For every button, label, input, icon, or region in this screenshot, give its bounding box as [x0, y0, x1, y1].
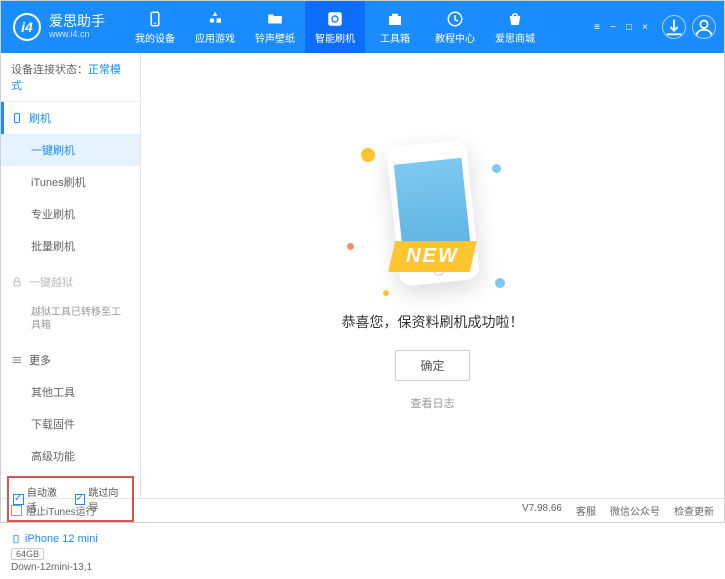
maximize-icon[interactable]: □: [622, 22, 636, 33]
window-controls: ≡ − □ ×: [590, 22, 652, 33]
nav-ringtones[interactable]: 铃声壁纸: [245, 1, 305, 53]
more-icon: [11, 354, 23, 366]
nav-toolbox[interactable]: 工具箱: [365, 1, 425, 53]
device-icon: [146, 10, 164, 28]
customer-service-link[interactable]: 客服: [576, 503, 596, 518]
app-url: www.i4.cn: [49, 30, 105, 40]
connection-status: 设备连接状态：正常模式: [1, 53, 140, 102]
sidebar-item-pro-flash[interactable]: 专业刷机: [1, 198, 140, 230]
device-name: iPhone 12 mini: [11, 532, 130, 546]
success-message: 恭喜您，保资料刷机成功啦！: [342, 312, 524, 332]
block-itunes-checkbox[interactable]: 阻止iTunes运行: [11, 503, 96, 518]
sidebar-section-jailbreak[interactable]: 一键越狱: [1, 266, 140, 298]
apps-icon: [206, 10, 224, 28]
content-area: NEW 恭喜您，保资料刷机成功啦！ 确定 查看日志: [141, 53, 724, 498]
tutorial-icon: [446, 10, 464, 28]
close-icon[interactable]: ×: [638, 22, 652, 33]
nav-tutorial[interactable]: 教程中心: [425, 1, 485, 53]
version-label: V7.98.66: [522, 503, 562, 518]
phone-icon: [11, 111, 23, 125]
new-ribbon: NEW: [388, 241, 477, 272]
download-button[interactable]: [662, 15, 686, 39]
sidebar: 设备连接状态：正常模式 刷机 一键刷机 iTunes刷机 专业刷机 批量刷机 一…: [1, 53, 141, 498]
nav-apps[interactable]: 应用游戏: [185, 1, 245, 53]
folder-icon: [266, 10, 284, 28]
sidebar-section-flash[interactable]: 刷机: [1, 102, 140, 134]
titlebar: i4 爱思助手 www.i4.cn 我的设备 应用游戏 铃声壁纸 智能刷机 工具…: [1, 1, 724, 53]
check-update-link[interactable]: 检查更新: [674, 503, 714, 518]
sidebar-item-download-fw[interactable]: 下载固件: [1, 408, 140, 440]
nav-flash[interactable]: 智能刷机: [305, 1, 365, 53]
device-info[interactable]: iPhone 12 mini 64GB Down-12mini-13,1: [1, 526, 140, 579]
logo-area: i4 爱思助手 www.i4.cn: [13, 13, 105, 41]
main-nav: 我的设备 应用游戏 铃声壁纸 智能刷机 工具箱 教程中心 爱思商城: [125, 1, 545, 53]
view-log-link[interactable]: 查看日志: [411, 395, 455, 411]
phone-icon: [11, 532, 21, 546]
sidebar-item-oneclick-flash[interactable]: 一键刷机: [1, 134, 140, 166]
success-illustration: NEW: [343, 140, 523, 300]
device-capacity: 64GB: [11, 548, 44, 560]
sidebar-item-batch-flash[interactable]: 批量刷机: [1, 230, 140, 262]
logo-icon: i4: [13, 13, 41, 41]
nav-my-device[interactable]: 我的设备: [125, 1, 185, 53]
app-name: 爱思助手: [49, 14, 105, 29]
sidebar-section-more[interactable]: 更多: [1, 344, 140, 376]
minimize-icon[interactable]: −: [606, 22, 620, 33]
sidebar-jailbreak-note: 越狱工具已转移至工具箱: [1, 298, 140, 340]
toolbox-icon: [386, 10, 404, 28]
device-firmware: Down-12mini-13,1: [11, 562, 130, 573]
sidebar-item-itunes-flash[interactable]: iTunes刷机: [1, 166, 140, 198]
sidebar-item-other-tools[interactable]: 其他工具: [1, 376, 140, 408]
wechat-link[interactable]: 微信公众号: [610, 503, 660, 518]
ok-button[interactable]: 确定: [395, 350, 469, 381]
nav-store[interactable]: 爱思商城: [485, 1, 545, 53]
refresh-icon: [326, 10, 344, 28]
lock-icon: [11, 276, 23, 288]
sidebar-item-advanced[interactable]: 高级功能: [1, 440, 140, 472]
titlebar-right: ≡ − □ ×: [590, 15, 716, 39]
store-icon: [506, 10, 524, 28]
menu-icon[interactable]: ≡: [590, 22, 604, 33]
user-button[interactable]: [692, 15, 716, 39]
